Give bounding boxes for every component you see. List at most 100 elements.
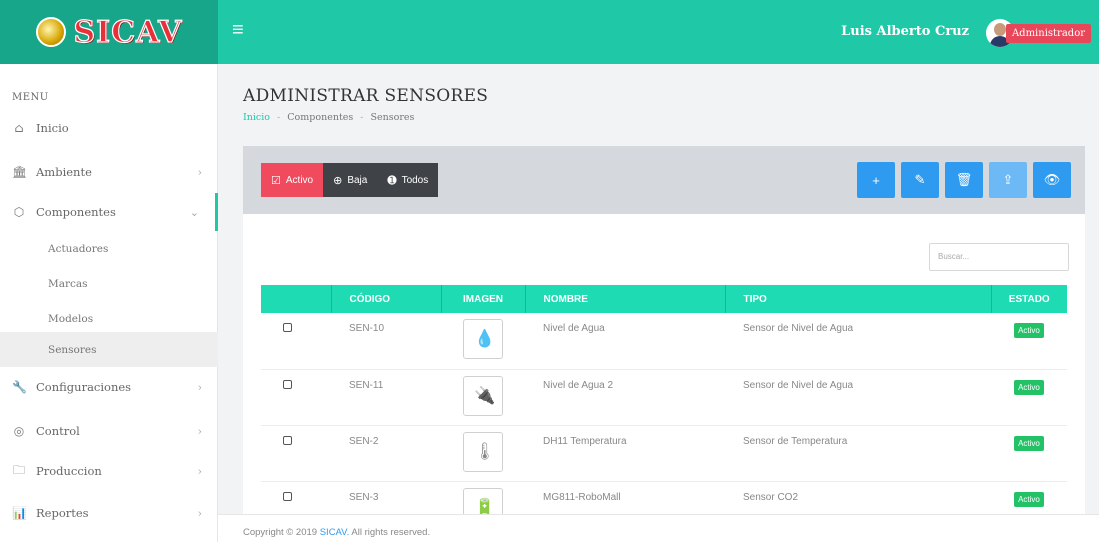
sidebar: MENU ⌂ Inicio 🏛 Ambiente › ⬡ Componentes… xyxy=(0,64,218,542)
filter-label: Todos xyxy=(401,174,429,186)
status-cell: Activo xyxy=(991,369,1067,425)
filter-label: Activo xyxy=(285,174,314,186)
table-header-row: CÓDIGO IMAGEN NOMBRE TIPO ESTADO xyxy=(261,285,1067,313)
folder-icon: 🗀 xyxy=(12,462,25,477)
chevron-right-icon: › xyxy=(197,165,202,179)
copyright-text: Copyright © 2019 SICAV. All rights reser… xyxy=(243,527,430,538)
column-header-tipo[interactable]: TIPO xyxy=(724,285,991,313)
sidebar-item-control[interactable]: ◎ Control › xyxy=(0,412,218,450)
column-header-imagen: IMAGEN xyxy=(440,285,525,313)
sidebar-item-ambiente[interactable]: 🏛 Ambiente › xyxy=(0,153,218,191)
row-select-cell xyxy=(261,425,331,481)
sidebar-subitem-label: Sensores xyxy=(48,343,97,356)
filter-baja-button[interactable]: ⊕ Baja xyxy=(323,163,378,197)
delete-button[interactable]: 🗑 xyxy=(945,162,983,198)
sidebar-item-label: Inicio xyxy=(36,121,69,135)
add-icon: + xyxy=(872,172,880,188)
column-header-select xyxy=(261,285,331,313)
action-button-group: + ✎ 🗑 ⇪ 👁 xyxy=(851,162,1071,198)
bank-icon: 🏛 xyxy=(12,165,28,179)
sidebar-item-label: Componentes xyxy=(36,205,116,219)
breadcrumb-home[interactable]: Inicio xyxy=(243,112,270,123)
breadcrumb-separator: - xyxy=(277,112,281,123)
code-cell: SEN-10 xyxy=(349,323,385,334)
water-level-sensor-icon: 🔌 xyxy=(474,385,496,405)
column-header-codigo[interactable]: CÓDIGO xyxy=(330,285,441,313)
sidebar-subitem-label: Marcas xyxy=(48,277,88,290)
row-checkbox[interactable] xyxy=(283,323,292,332)
sidebar-item-inicio[interactable]: ⌂ Inicio xyxy=(0,109,218,147)
copyright-suffix: All rights reserved. xyxy=(351,527,431,538)
delete-icon: 🗑 xyxy=(955,172,973,187)
add-button[interactable]: + xyxy=(857,162,895,198)
checkbox-icon: ☑ xyxy=(271,174,281,187)
wrench-icon: 🔧 xyxy=(12,380,27,394)
circle-plus-icon: ⊕ xyxy=(333,174,343,187)
menu-label: MENU xyxy=(12,92,49,103)
hamburger-icon[interactable]: ≡ xyxy=(232,20,244,40)
status-cell: Activo xyxy=(991,425,1067,481)
edit-button[interactable]: ✎ xyxy=(901,162,939,198)
table-row[interactable]: SEN-2 🌡 DH11 Temperatura Sensor de Tempe… xyxy=(261,425,1067,481)
sidebar-item-componentes[interactable]: ⬡ Componentes ⌄ xyxy=(0,193,218,231)
breadcrumb-item: Componentes xyxy=(287,112,354,123)
type-cell: Sensor de Nivel de Agua xyxy=(743,379,854,391)
sidebar-subitem-label: Modelos xyxy=(48,312,94,325)
export-icon: ⇪ xyxy=(1002,172,1014,187)
sensors-panel: ☑ Activo ⊕ Baja ➊ Todos + ✎ 🗑 ⇪ 👁 Buscar… xyxy=(243,146,1085,542)
panel-toolbar: ☑ Activo ⊕ Baja ➊ Todos + ✎ 🗑 ⇪ 👁 xyxy=(243,146,1085,214)
filter-activo-button[interactable]: ☑ Activo xyxy=(261,163,324,197)
top-header: SICAV ≡ Luis Alberto Cruz Administrador xyxy=(0,0,1099,64)
edit-icon: ✎ xyxy=(914,172,926,187)
status-badge: Activo xyxy=(1014,323,1044,338)
sidebar-subitem-sensores[interactable]: Sensores xyxy=(0,332,218,367)
chevron-right-icon: › xyxy=(197,506,202,520)
user-name[interactable]: Luis Alberto Cruz xyxy=(841,24,969,39)
sidebar-item-produccion[interactable]: 🗀 Produccion › xyxy=(0,452,218,490)
sidebar-item-configuraciones[interactable]: 🔧 Configuraciones › xyxy=(0,368,218,406)
filter-label: Baja xyxy=(347,174,368,186)
row-checkbox[interactable] xyxy=(283,491,292,501)
export-button[interactable]: ⇪ xyxy=(989,162,1027,198)
sensor-thumbnail[interactable]: 🔌 xyxy=(463,375,503,416)
brand-logo[interactable]: SICAV xyxy=(0,0,218,64)
filter-todos-button[interactable]: ➊ Todos xyxy=(377,163,439,197)
circle-arrow-icon: ➊ xyxy=(387,174,397,187)
sidebar-item-reportes[interactable]: 📊 Reportes › xyxy=(0,494,218,532)
status-badge: Activo xyxy=(1014,491,1044,507)
view-button[interactable]: 👁 xyxy=(1033,162,1071,198)
sensors-table: CÓDIGO IMAGEN NOMBRE TIPO ESTADO SEN-10 … xyxy=(261,285,1067,538)
row-select-cell xyxy=(261,369,331,425)
name-cell: DH11 Temperatura xyxy=(543,435,627,447)
row-select-cell xyxy=(261,313,331,369)
sidebar-subitem-actuadores[interactable]: Actuadores xyxy=(0,231,218,266)
code-cell: SEN-2 xyxy=(349,435,379,447)
sidebar-item-label: Produccion xyxy=(36,464,102,478)
status-badge: Activo xyxy=(1014,435,1044,451)
copyright-prefix: Copyright © 2019 xyxy=(243,527,318,538)
status-filter-group: ☑ Activo ⊕ Baja ➊ Todos xyxy=(261,163,439,197)
column-header-nombre[interactable]: NOMBRE xyxy=(524,285,725,313)
avatar-head xyxy=(994,23,1006,36)
status-badge: Activo xyxy=(1014,379,1044,395)
search-input[interactable]: Buscar... xyxy=(929,243,1069,271)
temperature-sensor-icon: 🌡 xyxy=(474,441,496,461)
sidebar-subitem-marcas[interactable]: Marcas xyxy=(0,266,218,301)
table-row[interactable]: SEN-11 🔌 Nivel de Agua 2 Sensor de Nivel… xyxy=(261,369,1067,425)
breadcrumb-item: Sensores xyxy=(370,112,415,123)
chevron-right-icon: › xyxy=(197,424,202,438)
row-checkbox[interactable] xyxy=(283,379,292,389)
image-cell: 🔌 xyxy=(441,369,525,425)
sidebar-subitem-modelos[interactable]: Modelos xyxy=(0,301,218,336)
chart-icon: 📊 xyxy=(12,506,27,520)
sensor-thumbnail[interactable]: 💧 xyxy=(463,319,503,359)
footer-brand-link[interactable]: SICAV. xyxy=(320,527,350,538)
chevron-right-icon: › xyxy=(197,464,202,478)
sensor-thumbnail[interactable]: 🌡 xyxy=(463,431,503,472)
chevron-right-icon: › xyxy=(197,380,202,394)
sidebar-subitem-label: Actuadores xyxy=(48,242,109,255)
table-row[interactable]: SEN-10 💧 Nivel de Agua Sensor de Nivel d… xyxy=(261,313,1067,369)
row-checkbox[interactable] xyxy=(283,435,292,445)
column-header-estado[interactable]: ESTADO xyxy=(990,285,1067,313)
image-cell: 💧 xyxy=(441,313,525,369)
